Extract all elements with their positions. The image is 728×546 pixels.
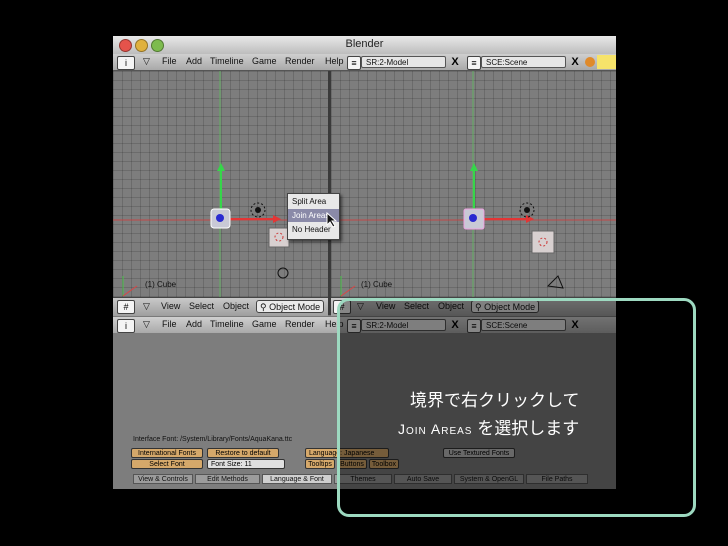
window-type-icon[interactable]: i [117, 56, 135, 70]
restore-default-button[interactable]: Restore to default [207, 448, 279, 458]
menu-select[interactable]: Select [189, 301, 214, 311]
window-titlebar: Blender [113, 36, 616, 55]
cursor-3d-box-right [531, 230, 555, 254]
screen-delete-button[interactable]: X [448, 56, 462, 68]
scene-browse-icon[interactable]: ≡ [467, 56, 481, 70]
right-scene-graphics [331, 71, 616, 297]
instruction-suffix: を選択します [477, 419, 580, 438]
scene-name-field[interactable]: SCE:Scene [481, 56, 566, 68]
y-gizmo-head-right [470, 163, 478, 171]
header-menu-toggle-icon[interactable]: ▽ [143, 301, 150, 312]
menu-timeline[interactable]: Timeline [210, 56, 244, 66]
object-mode-label: Object Mode [269, 302, 321, 312]
top-menubar: i ▽ File Add Timeline Game Render Help ≡… [113, 54, 616, 71]
cube-origin [216, 214, 224, 222]
corner-axis-x [122, 285, 138, 297]
y-gizmo-head [217, 163, 225, 171]
x-gizmo-head-right [526, 215, 534, 223]
instruction-join-areas: Join Areas [398, 421, 473, 437]
menu-file-bottom[interactable]: File [162, 319, 177, 329]
menu-file[interactable]: File [162, 56, 177, 66]
left-object-label: (1) Cube [145, 280, 177, 289]
menu-render-bottom[interactable]: Render [285, 319, 315, 329]
interface-font-path: Interface Font: /System/Library/Fonts/Aq… [133, 436, 293, 443]
tab-view-controls[interactable]: View & Controls [133, 474, 193, 484]
window-title: Blender [345, 38, 384, 50]
viewport-type-icon[interactable]: # [117, 300, 135, 314]
window-type-icon-bottom[interactable]: i [117, 319, 135, 333]
menu-toggle-icon-bottom[interactable]: ▽ [143, 319, 150, 330]
blender-logo-icon [585, 57, 595, 67]
instruction-callout: 境界で右クリックして Join Areas を選択します [337, 298, 696, 517]
instruction-line-2: Join Areas を選択します [398, 414, 579, 439]
cursor-3d-box [268, 227, 290, 248]
lamp-core [255, 207, 261, 213]
x-gizmo-head [273, 215, 281, 223]
screen-browse-icon[interactable]: ≡ [347, 56, 361, 70]
menu-object[interactable]: Object [223, 301, 249, 311]
right-3d-viewport[interactable]: (1) Cube [331, 71, 616, 297]
menu-help[interactable]: Help [325, 56, 344, 66]
object-mode-select[interactable]: ⚲ Object Mode [256, 300, 325, 313]
instruction-line-1: 境界で右クリックして [410, 391, 580, 410]
mouse-cursor-icon [326, 212, 338, 228]
menu-add[interactable]: Add [186, 56, 202, 66]
menu-game-bottom[interactable]: Game [252, 319, 277, 329]
tooltips-toggle[interactable]: Tooltips [305, 459, 335, 469]
left-3d-viewport[interactable]: (1) Cube [113, 71, 328, 297]
left-view-header: # ▽ View Select Object ⚲ Object Mode [113, 297, 328, 316]
menu-add-bottom[interactable]: Add [186, 319, 202, 329]
menu-game[interactable]: Game [252, 56, 277, 66]
select-font-button[interactable]: Select Font [131, 459, 203, 469]
international-fonts-toggle[interactable]: International Fonts [131, 448, 203, 458]
corner-axis-x-right [340, 285, 356, 297]
menu-render[interactable]: Render [285, 56, 315, 66]
screen-name-field[interactable]: SR:2-Model [361, 56, 446, 68]
tab-language-font[interactable]: Language & Font [262, 474, 332, 484]
font-size-select[interactable]: Font Size: 11 [207, 459, 285, 469]
scene-delete-button[interactable]: X [568, 56, 582, 68]
menu-timeline-bottom[interactable]: Timeline [210, 319, 244, 329]
version-badge [597, 55, 616, 69]
menu-item-split-area[interactable]: Split Area [288, 195, 339, 208]
menu-view[interactable]: View [161, 301, 180, 311]
right-object-label: (1) Cube [361, 280, 393, 289]
menu-toggle-icon[interactable]: ▽ [143, 56, 150, 67]
cube-origin-right [469, 214, 477, 222]
camera-icon-shape [277, 267, 289, 279]
lamp-core-right [524, 207, 530, 213]
tab-edit-methods[interactable]: Edit Methods [195, 474, 260, 484]
left-scene-graphics [113, 71, 328, 297]
camera-shape-right [546, 275, 564, 289]
